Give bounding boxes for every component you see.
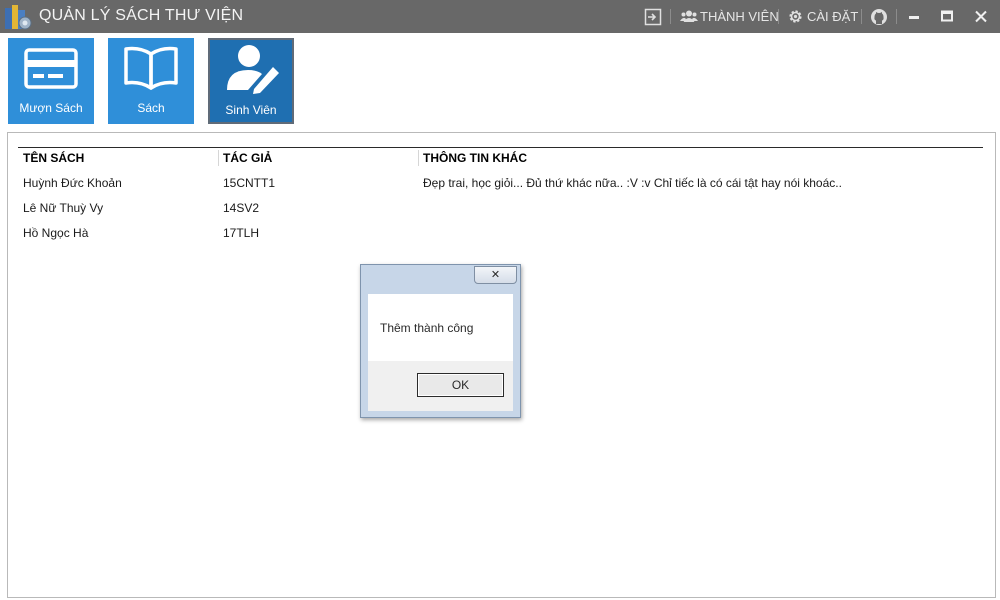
books-tile[interactable]: Sách: [108, 38, 194, 124]
message-dialog: ✕ Thêm thành công OK: [360, 264, 521, 418]
table-cell[interactable]: Huỳnh Đức Khoản: [23, 176, 122, 190]
ok-button[interactable]: OK: [417, 373, 504, 397]
column-header-other-info[interactable]: THÔNG TIN KHÁC: [423, 151, 527, 165]
tile-label: Sinh Viên: [225, 103, 277, 117]
maximize-icon[interactable]: [940, 10, 954, 22]
gear-icon[interactable]: [787, 8, 804, 25]
toolbar-separator: [861, 9, 862, 24]
table-cell[interactable]: Đẹp trai, học giỏi... Đủ thứ khác nữa.. …: [423, 176, 842, 190]
column-header-book-name[interactable]: TÊN SÁCH: [23, 151, 84, 165]
card-icon: [24, 48, 78, 89]
toolbar-separator: [778, 9, 779, 24]
title-bar: QUẢN LÝ SÁCH THƯ VIỆN THÀNH VIÊN CÀI ĐẶT: [0, 0, 1000, 33]
dialog-message: Thêm thành công: [380, 321, 474, 335]
library-app-icon: [5, 5, 32, 30]
table-cell[interactable]: 14SV2: [223, 201, 259, 215]
grid-header-line: [18, 147, 983, 148]
column-separator[interactable]: [418, 150, 419, 166]
settings-button[interactable]: CÀI ĐẶT: [807, 9, 858, 24]
students-tile[interactable]: Sinh Viên: [208, 38, 294, 124]
borrow-books-tile[interactable]: Mượn Sách: [8, 38, 94, 124]
github-icon[interactable]: [870, 8, 888, 26]
column-separator[interactable]: [218, 150, 219, 166]
table-cell[interactable]: Lê Nữ Thuỳ Vy: [23, 201, 103, 215]
table-cell[interactable]: 17TLH: [223, 226, 259, 240]
window-title: QUẢN LÝ SÁCH THƯ VIỆN: [39, 7, 244, 24]
dialog-body: Thêm thành công OK: [368, 294, 513, 411]
dialog-close-button[interactable]: ✕: [474, 266, 517, 284]
tile-label: Mượn Sách: [19, 101, 83, 115]
tile-label: Sách: [137, 101, 165, 115]
users-icon[interactable]: [680, 10, 698, 23]
close-icon[interactable]: [974, 10, 988, 23]
table-cell[interactable]: Hồ Ngọc Hà: [23, 226, 88, 240]
sign-in-icon[interactable]: [644, 8, 662, 26]
table-cell[interactable]: 15CNTT1: [223, 176, 275, 190]
book-icon: [124, 46, 178, 90]
toolbar-separator: [670, 9, 671, 24]
members-button[interactable]: THÀNH VIÊN: [700, 9, 779, 24]
user-edit-icon: [227, 45, 279, 94]
dialog-footer: OK: [368, 361, 513, 411]
toolbar-separator: [896, 9, 897, 24]
column-header-author[interactable]: TÁC GIẢ: [223, 151, 272, 165]
minimize-icon[interactable]: [907, 15, 921, 20]
